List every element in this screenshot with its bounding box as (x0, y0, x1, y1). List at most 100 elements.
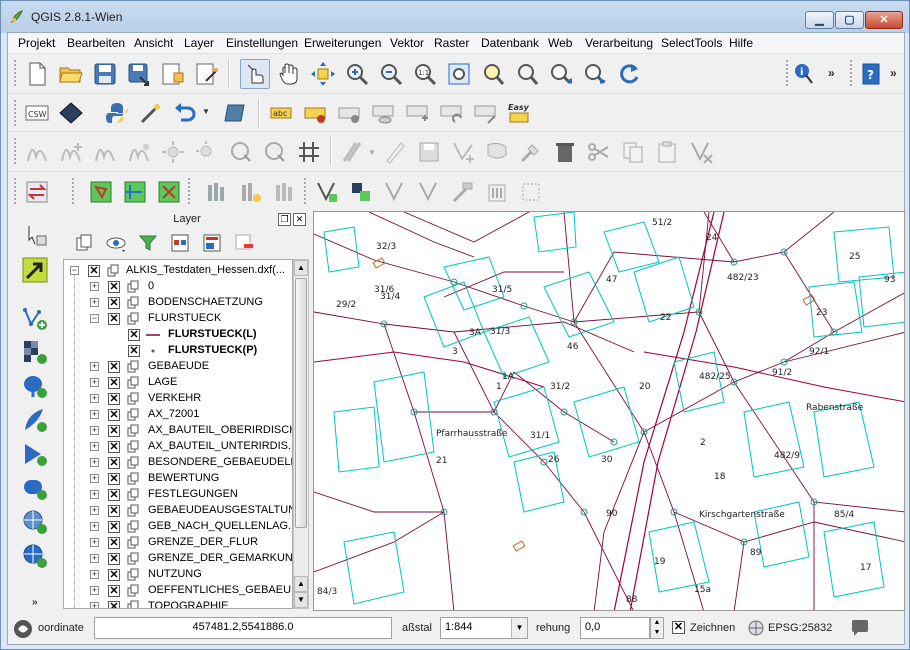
db-manager-button[interactable] (56, 98, 86, 128)
expand-icon[interactable]: + (90, 282, 99, 291)
layer-checkbox[interactable]: ✕ (108, 457, 120, 469)
toolbar-grip[interactable] (14, 100, 18, 126)
copy-features-button[interactable] (618, 137, 648, 167)
toolbar-grip[interactable] (188, 178, 192, 204)
add-wcs-layer-button[interactable] (18, 541, 52, 571)
vector-tool-2-button[interactable] (236, 177, 266, 207)
map-canvas[interactable]: 51/2 24 32/3 25 93 482/23 47 31/6 31/5 29/2 31/4 22… (313, 211, 905, 611)
layer-checkbox[interactable]: ✕ (108, 537, 120, 549)
trace-add-button[interactable] (56, 137, 86, 167)
paste-features-button[interactable] (652, 137, 682, 167)
layer-checkbox[interactable]: ✕ (108, 553, 120, 565)
layer-tree-item[interactable]: + ✕ GRENZE_DER_GEMARKUNG (64, 551, 292, 567)
more-tools-icon[interactable]: » (32, 597, 38, 608)
message-log-icon[interactable] (12, 618, 34, 640)
topology-tool-7-button[interactable] (516, 177, 546, 207)
topology-tool-4-button[interactable] (414, 177, 444, 207)
toolbar-overflow-icon[interactable]: » (890, 66, 897, 80)
scroll-thumb[interactable] (295, 278, 307, 528)
minimize-button[interactable]: ▁ (805, 11, 834, 29)
layer-tree-item[interactable]: + ✕ AX_72001 (64, 407, 292, 423)
expand-icon[interactable]: + (90, 506, 99, 515)
rotation-field[interactable]: 0,0 (580, 617, 650, 639)
expand-icon[interactable]: + (90, 442, 99, 451)
select-by-polygon-button[interactable] (86, 177, 116, 207)
current-edits-button[interactable] (338, 137, 368, 167)
touch-zoom-pan-button[interactable] (240, 59, 270, 89)
layer-tree-item[interactable]: + ✕ TOPOGRAPHIE (64, 599, 292, 608)
save-layer-edits-button[interactable] (414, 137, 444, 167)
layer-tree-item[interactable]: + ✕ FESTLEGUNGEN (64, 487, 292, 503)
rotate-label-button[interactable] (436, 98, 466, 128)
add-delimited-layer-button[interactable] (18, 255, 52, 285)
toolbar-grip[interactable] (14, 60, 18, 86)
topology-tool-5-button[interactable] (448, 177, 478, 207)
layer-checkbox[interactable]: ✕ (108, 281, 120, 293)
topology-tool-6-button[interactable] (482, 177, 512, 207)
trace-settings-button[interactable] (124, 137, 154, 167)
layer-checkbox[interactable]: ✕ (108, 505, 120, 517)
expand-icon[interactable]: + (90, 538, 99, 547)
zoom-to-selection-button[interactable] (478, 59, 508, 89)
zoom-next-button[interactable] (580, 59, 610, 89)
expand-icon[interactable]: + (90, 362, 99, 371)
eye-visibility-icon[interactable] (105, 232, 127, 254)
layer-tree-item[interactable]: + ✕ GRENZE_DER_FLUR (64, 535, 292, 551)
layer-labeling-button[interactable]: abc (266, 98, 296, 128)
zoom-actual-size-button[interactable]: 1:1 (410, 59, 440, 89)
zoom-in-button[interactable] (342, 59, 372, 89)
menu-ansicht[interactable]: Ansicht (134, 36, 173, 50)
toolbar-overflow-icon[interactable]: » (828, 66, 835, 80)
shape-tool-button[interactable] (220, 98, 250, 128)
close-button[interactable]: ✕ (865, 11, 903, 29)
cut-features-button[interactable] (584, 137, 614, 167)
expand-icon[interactable]: + (90, 490, 99, 499)
layer-tree-item[interactable]: + ✕ GEBAEUDEAUSGESTALTUNG (64, 503, 292, 519)
crs-label[interactable]: EPSG:25832 (768, 622, 832, 634)
layer-checkbox[interactable]: ✕ (108, 297, 120, 309)
expand-icon[interactable]: + (90, 522, 99, 531)
measure-circle-2-button[interactable] (260, 137, 290, 167)
render-checkbox[interactable]: ✕ (672, 621, 685, 634)
layer-checkbox[interactable]: ✕ (108, 473, 120, 485)
scroll-down-icon[interactable]: ▼ (294, 592, 308, 608)
advanced-digitizing-button[interactable] (686, 137, 716, 167)
messages-bubble-icon[interactable] (850, 619, 870, 637)
new-project-button[interactable] (22, 59, 52, 89)
move-feature-button[interactable] (482, 137, 512, 167)
layer-checkbox[interactable]: ✕ (108, 425, 120, 437)
toolbar-grip[interactable] (72, 178, 76, 204)
select-by-freehand-button[interactable] (120, 177, 150, 207)
menu-raster[interactable]: Raster (434, 36, 469, 50)
float-panel-button[interactable]: ❐ (278, 213, 291, 226)
topology-tool-3-button[interactable] (380, 177, 410, 207)
rotation-spinner[interactable]: ▲ ▼ (650, 617, 664, 639)
easy-custom-labeling-button[interactable]: Easy (504, 98, 534, 128)
scroll-up-icon[interactable]: ▲ (294, 576, 308, 592)
layer-checkbox[interactable]: ✕ (108, 601, 120, 608)
zoom-to-layer-button[interactable] (512, 59, 542, 89)
expand-icon[interactable]: + (90, 570, 99, 579)
menu-web[interactable]: Web (548, 36, 572, 50)
layer-tree-item[interactable]: − ✕ FLURSTUECK (64, 311, 292, 327)
expand-icon[interactable]: + (90, 410, 99, 419)
measure-circle-button[interactable] (226, 137, 256, 167)
layer-tree-item[interactable]: ✕ FLURSTUECK(P) (64, 343, 292, 359)
layer-tree-item[interactable]: + ✕ AX_BAUTEIL_OBERIRDISCH (64, 423, 292, 439)
scale-combobox[interactable]: 1:844 ▼ (440, 617, 528, 639)
expand-icon[interactable]: + (90, 586, 99, 595)
layer-tree-item[interactable]: + ✕ VERKEHR (64, 391, 292, 407)
add-raster-layer-button[interactable] (18, 337, 52, 367)
trace-move-button[interactable] (90, 137, 120, 167)
add-postgis-layer-button[interactable] (18, 371, 52, 401)
composer-manager-button[interactable] (192, 59, 222, 89)
menu-vektor[interactable]: Vektor (390, 36, 424, 50)
layer-checkbox[interactable]: ✕ (108, 313, 120, 325)
expand-icon[interactable]: + (90, 298, 99, 307)
layer-checkbox[interactable]: ✕ (108, 441, 120, 453)
add-group-icon[interactable] (73, 232, 95, 254)
layer-tree-item[interactable]: + ✕ BESONDERE_GEBAEUDELI... (64, 455, 292, 471)
layer-checkbox[interactable]: ✕ (88, 265, 100, 277)
layer-checkbox[interactable]: ✕ (108, 393, 120, 405)
menu-projekt[interactable]: Projekt (18, 36, 55, 50)
